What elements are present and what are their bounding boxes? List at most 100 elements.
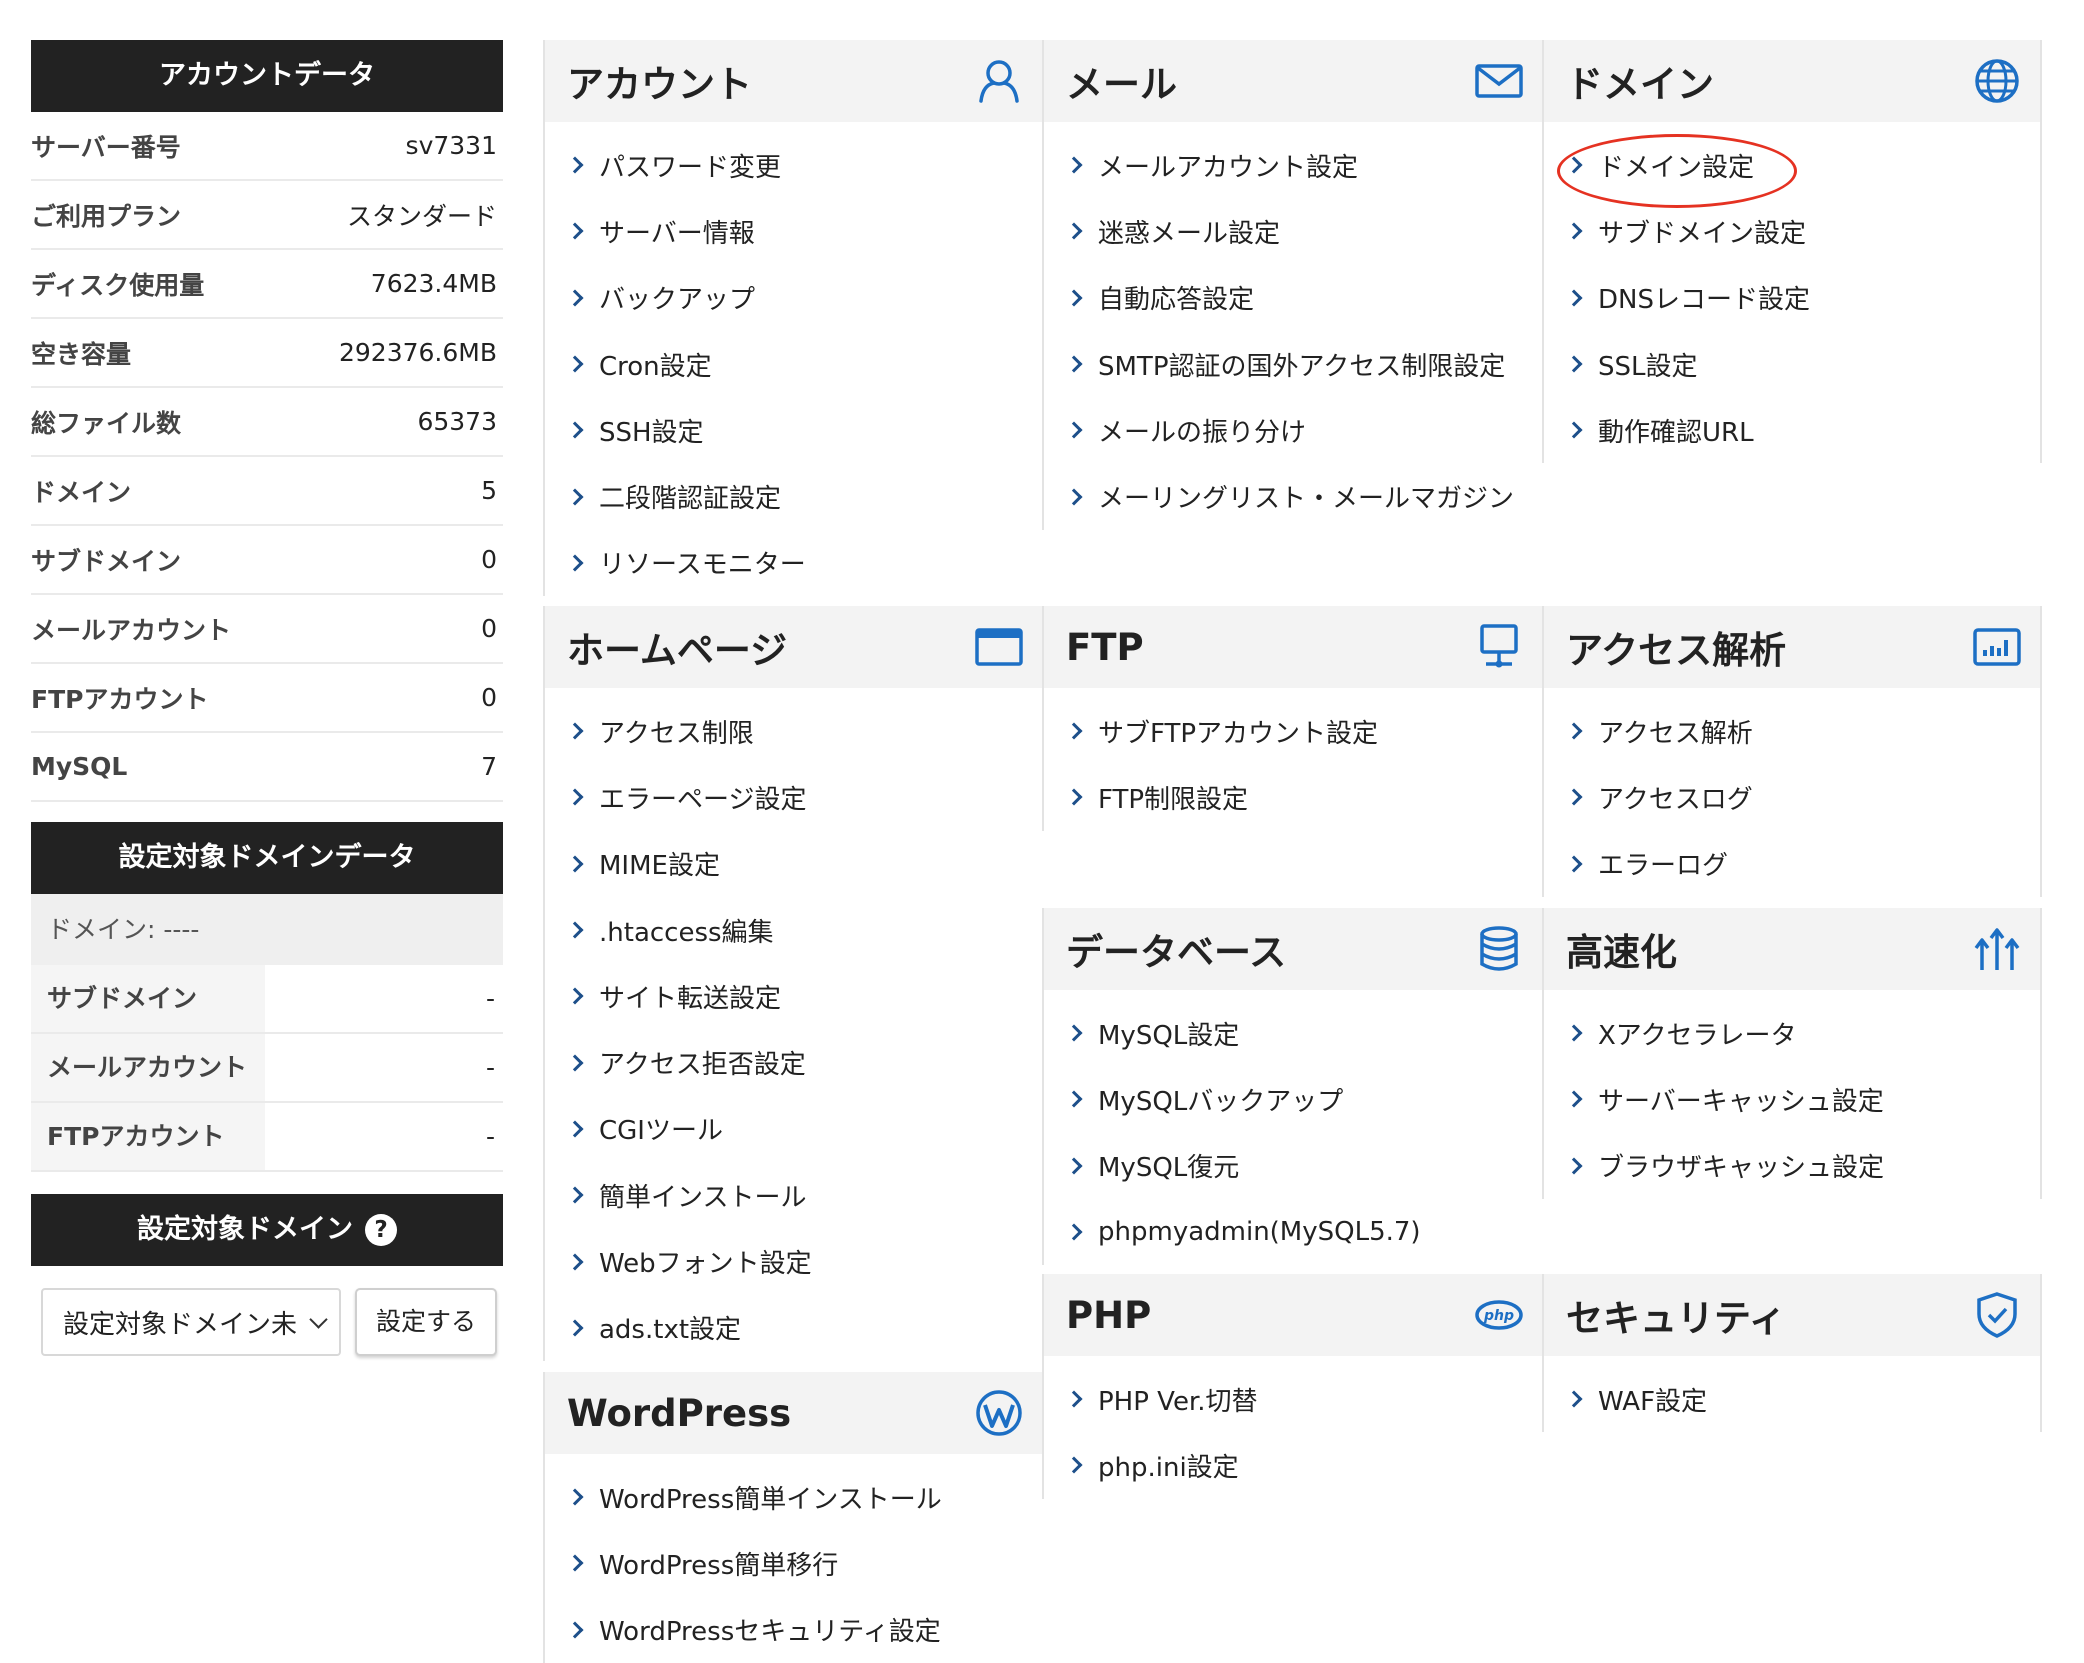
- chevron-right-icon: [1065, 289, 1083, 307]
- panel-access-analysis: アクセス解析 アクセス解析 アクセスログ エラーログ: [1542, 606, 2042, 897]
- menu-link-label: アクセス解析: [1598, 718, 1753, 749]
- menu-link-label: Cron設定: [599, 351, 712, 382]
- menu-link[interactable]: MySQL復元: [1044, 1133, 1542, 1199]
- panel-menu: WAF設定: [1544, 1356, 2040, 1432]
- menu-link-label: リソースモニター: [599, 550, 806, 581]
- menu-link[interactable]: PHP Ver.切替: [1044, 1366, 1542, 1432]
- menu-link[interactable]: 二段階認証設定: [545, 463, 1042, 529]
- menu-link[interactable]: リソースモニター: [545, 530, 1042, 596]
- menu-link[interactable]: SSH設定: [545, 397, 1042, 463]
- chevron-right-icon: [566, 921, 584, 939]
- svg-text:php: php: [1483, 1308, 1514, 1324]
- target-domain-data-label: FTPアカウント: [31, 1103, 265, 1170]
- menu-link[interactable]: MySQLバックアップ: [1044, 1066, 1542, 1132]
- target-domain-select[interactable]: 設定対象ドメイン未: [41, 1288, 341, 1356]
- menu-link-label: 簡単インストール: [599, 1182, 807, 1213]
- menu-link[interactable]: アクセスログ: [1544, 764, 2040, 830]
- menu-link[interactable]: サーバー情報: [545, 198, 1042, 264]
- menu-link[interactable]: .htaccess編集: [545, 897, 1042, 963]
- menu-link-label: 動作確認URL: [1598, 417, 1754, 448]
- account-data-value: 65373: [417, 407, 497, 436]
- menu-link[interactable]: アクセス制限: [545, 698, 1042, 764]
- chevron-right-icon: [1065, 421, 1083, 439]
- chevron-right-icon: [1065, 156, 1083, 174]
- user-icon: [979, 60, 1019, 103]
- menu-link[interactable]: DNSレコード設定: [1544, 265, 2040, 331]
- menu-link[interactable]: MIME設定: [545, 831, 1042, 897]
- menu-link[interactable]: サーバーキャッシュ設定: [1544, 1066, 2040, 1132]
- menu-link-label: アクセス拒否設定: [599, 1050, 806, 1081]
- menu-link[interactable]: パスワード変更: [545, 132, 1042, 198]
- menu-link[interactable]: メールアカウント設定: [1044, 132, 1542, 198]
- menu-link[interactable]: WordPress簡単移行: [545, 1530, 1042, 1596]
- menu-link[interactable]: ブラウザキャッシュ設定: [1544, 1133, 2040, 1199]
- chevron-right-icon: [1065, 1157, 1083, 1175]
- panel-account: アカウント パスワード変更 サーバー情報 バックアップ Cron設定 SSH設定…: [543, 40, 1042, 597]
- menu-link-label: アクセスログ: [1598, 784, 1753, 815]
- account-data-value: 0: [481, 683, 497, 712]
- highlight-circle: [1557, 134, 1797, 208]
- account-data-label: FTPアカウント: [31, 684, 209, 714]
- menu-link[interactable]: バックアップ: [545, 265, 1042, 331]
- menu-link[interactable]: Cron設定: [545, 331, 1042, 397]
- menu-link[interactable]: SSL設定: [1544, 331, 2040, 397]
- menu-link[interactable]: 自動応答設定: [1044, 265, 1542, 331]
- menu-link[interactable]: CGIツール: [545, 1096, 1042, 1162]
- chevron-right-icon: [1565, 788, 1583, 806]
- menu-link[interactable]: Webフォント設定: [545, 1228, 1042, 1294]
- account-data-row: ドメイン 5: [31, 457, 503, 526]
- menu-link[interactable]: ads.txt設定: [545, 1295, 1042, 1361]
- chevron-right-icon: [566, 1554, 584, 1572]
- set-domain-button[interactable]: 設定する: [355, 1288, 497, 1356]
- menu-link[interactable]: 迷惑メール設定: [1044, 198, 1542, 264]
- browser-window-icon: [975, 628, 1023, 666]
- chevron-right-icon: [1565, 722, 1583, 740]
- menu-link[interactable]: FTP制限設定: [1044, 764, 1542, 830]
- menu-link-label: SSH設定: [599, 417, 704, 448]
- chevron-right-icon: [1565, 1157, 1583, 1175]
- menu-link[interactable]: サブFTPアカウント設定: [1044, 698, 1542, 764]
- menu-link-label: MySQL設定: [1098, 1020, 1240, 1051]
- panel-menu: サブFTPアカウント設定 FTP制限設定: [1044, 688, 1542, 831]
- panel-title: ドメイン: [1566, 63, 1714, 106]
- account-data-value: 0: [481, 614, 497, 643]
- menu-link[interactable]: サイト転送設定: [545, 963, 1042, 1029]
- menu-link[interactable]: メールの振り分け: [1044, 397, 1542, 463]
- account-data-table: サーバー番号 sv7331 ご利用プラン スタンダード ディスク使用量 7623.4…: [31, 112, 503, 802]
- menu-link[interactable]: 簡単インストール: [545, 1162, 1042, 1228]
- menu-link[interactable]: エラーログ: [1544, 831, 2040, 897]
- menu-link[interactable]: サブドメイン設定: [1544, 198, 2040, 264]
- menu-link[interactable]: phpmyadmin(MySQL5.7): [1044, 1199, 1542, 1265]
- target-domain-data-row: サブドメイン -: [31, 965, 503, 1034]
- menu-link[interactable]: WordPressセキュリティ設定: [545, 1597, 1042, 1663]
- menu-link[interactable]: MySQL設定: [1044, 1000, 1542, 1066]
- panel-database: データベース MySQL設定 MySQLバックアップ MySQL復元 phpmy…: [1042, 908, 1542, 1266]
- panel-header: アカウント: [545, 40, 1042, 122]
- menu-link[interactable]: メーリングリスト・メールマガジン: [1044, 463, 1542, 529]
- menu-link-label: WordPressセキュリティ設定: [599, 1617, 941, 1648]
- menu-link[interactable]: アクセス解析: [1544, 698, 2040, 764]
- menu-link-label: Webフォント設定: [599, 1249, 812, 1280]
- menu-link-label: サイト転送設定: [599, 983, 782, 1014]
- menu-link-label: メールの振り分け: [1098, 417, 1307, 448]
- menu-link[interactable]: WordPress簡単インストール: [545, 1464, 1042, 1530]
- account-data-value: 7623.4MB: [370, 269, 497, 298]
- menu-link[interactable]: WAF設定: [1544, 1366, 2040, 1432]
- menu-link[interactable]: SMTP認証の国外アクセス制限設定: [1044, 331, 1542, 397]
- shield-icon: [1977, 1292, 2017, 1338]
- chevron-right-icon: [566, 1319, 584, 1337]
- target-domain-form: 設定対象ドメイン未 設定する: [31, 1288, 503, 1356]
- chevron-right-icon: [1565, 222, 1583, 240]
- menu-link[interactable]: 動作確認URL: [1544, 397, 2040, 463]
- menu-link[interactable]: php.ini設定: [1044, 1432, 1542, 1498]
- panel-title: PHP: [1066, 1293, 1152, 1337]
- account-data-label: MySQL: [31, 752, 128, 781]
- menu-link[interactable]: アクセス拒否設定: [545, 1029, 1042, 1095]
- help-icon[interactable]: ?: [365, 1214, 397, 1246]
- account-data-row: 総ファイル数 65373: [31, 388, 503, 457]
- menu-link[interactable]: エラーページ設定: [545, 764, 1042, 830]
- mail-icon: [1475, 64, 1523, 98]
- chevron-right-icon: [1565, 1090, 1583, 1108]
- menu-link[interactable]: Xアクセラレータ: [1544, 1000, 2040, 1066]
- account-data-value: sv7331: [405, 131, 497, 160]
